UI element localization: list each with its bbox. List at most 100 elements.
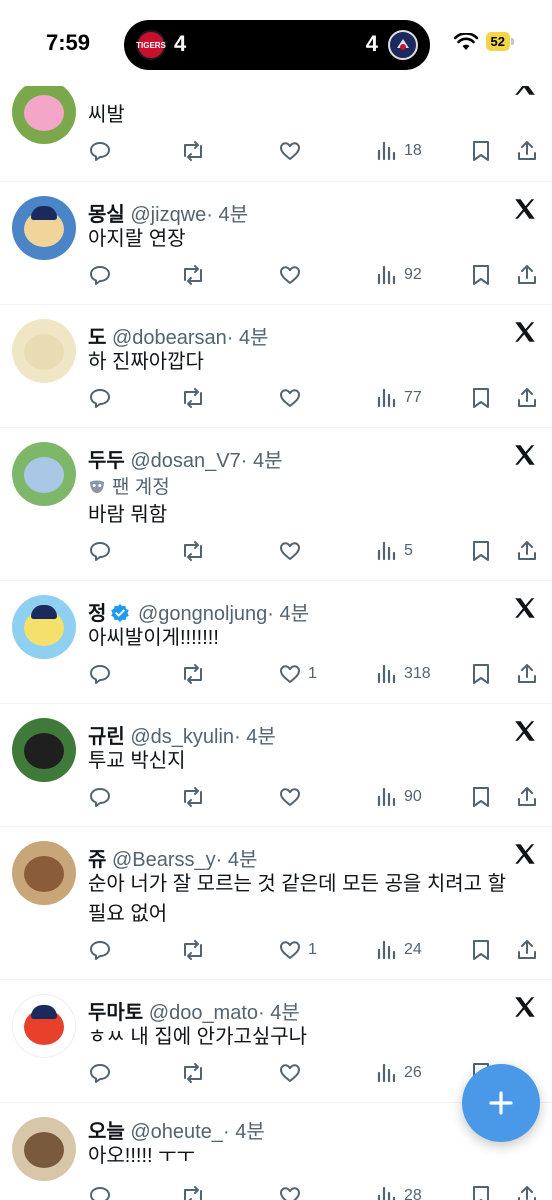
bookmark-button[interactable] (470, 659, 492, 689)
repost-button[interactable] (180, 136, 206, 166)
tweet[interactable]: 쥬 @Bearss_y· 4분 순아 너가 잘 모르는 것 같은데 모든 공을 … (0, 827, 552, 980)
repost-button[interactable] (180, 536, 206, 566)
views-icon (377, 388, 396, 408)
handle[interactable]: @jizqwe (130, 204, 206, 226)
bookmark-button[interactable] (470, 260, 492, 290)
x-logo-icon (515, 322, 535, 342)
handle[interactable]: @gongnoljung (138, 603, 267, 625)
share-button[interactable] (516, 136, 538, 166)
reply-icon (90, 1064, 110, 1083)
repost-button[interactable] (180, 935, 206, 965)
like-button[interactable] (278, 136, 308, 166)
like-button[interactable] (278, 782, 308, 812)
reply-icon (90, 941, 110, 960)
handle[interactable]: @Bearss_y (112, 849, 216, 871)
display-name[interactable]: 쥬 (88, 849, 106, 871)
share-button[interactable] (516, 659, 538, 689)
handle[interactable]: @dobearsan (112, 327, 227, 349)
avatar[interactable] (12, 80, 76, 144)
battery-level: 52 (485, 32, 510, 51)
like-button[interactable] (278, 1181, 308, 1200)
views-button[interactable]: 24 (376, 935, 422, 965)
display-name[interactable]: 정 (88, 603, 106, 625)
reply-button[interactable] (88, 260, 112, 290)
tweet[interactable]: 몽실 @jizqwe· 4분 아지랄 연장 92 (0, 182, 552, 305)
like-button[interactable] (278, 383, 308, 413)
avatar[interactable] (12, 994, 76, 1058)
share-button[interactable] (516, 935, 538, 965)
reply-button[interactable] (88, 136, 112, 166)
handle[interactable]: @ds_kyulin (130, 726, 234, 748)
avatar[interactable] (12, 841, 76, 905)
score-left: 4 (174, 31, 187, 56)
display-name[interactable]: 두두 (88, 450, 125, 472)
tweet[interactable]: 두두 @dosan_V7· 4분 팬 계정 바람 뭐함 5 (0, 428, 552, 581)
timeline-feed[interactable]: 씨발 18 몽실 @jizqwe· 4분 아지랄 연장 92 도 @dobear… (0, 60, 552, 1200)
repost-icon (184, 1063, 202, 1083)
views-icon (377, 940, 396, 960)
views-button[interactable]: 318 (376, 659, 431, 689)
repost-button[interactable] (180, 1181, 206, 1200)
share-button[interactable] (516, 536, 538, 566)
reply-icon (90, 389, 110, 408)
display-name[interactable]: 두마토 (88, 1002, 143, 1024)
repost-button[interactable] (180, 659, 206, 689)
views-button[interactable]: 92 (376, 260, 422, 290)
views-button[interactable]: 5 (376, 536, 413, 566)
bookmark-button[interactable] (470, 935, 492, 965)
bookmark-button[interactable] (470, 383, 492, 413)
repost-button[interactable] (180, 1058, 206, 1088)
tweet[interactable]: 도 @dobearsan· 4분 하 진짜아깝다 77 (0, 305, 552, 428)
tweet[interactable]: 정 @gongnoljung· 4분 아씨발이게!!!!!!! 1 318 (0, 581, 552, 704)
views-button[interactable]: 90 (376, 782, 422, 812)
reply-button[interactable] (88, 383, 112, 413)
handle[interactable]: @doo_mato (149, 1002, 258, 1024)
reply-button[interactable] (88, 1058, 112, 1088)
reply-button[interactable] (88, 1181, 112, 1200)
bookmark-button[interactable] (470, 136, 492, 166)
views-button[interactable]: 77 (376, 383, 422, 413)
like-button[interactable] (278, 536, 308, 566)
view-count: 28 (404, 1187, 422, 1200)
avatar[interactable] (12, 442, 76, 506)
live-activity-score[interactable]: TIGERS 4 4 (124, 20, 430, 70)
like-button[interactable] (278, 260, 308, 290)
share-button[interactable] (516, 260, 538, 290)
avatar[interactable] (12, 196, 76, 260)
bookmark-button[interactable] (470, 536, 492, 566)
display-name[interactable]: 도 (88, 327, 106, 349)
bookmark-button[interactable] (470, 1181, 492, 1200)
repost-button[interactable] (180, 383, 206, 413)
reply-button[interactable] (88, 536, 112, 566)
avatar[interactable] (12, 595, 76, 659)
share-icon (518, 141, 536, 160)
repost-button[interactable] (180, 260, 206, 290)
handle[interactable]: @dosan_V7 (130, 450, 240, 472)
display-name[interactable]: 규린 (88, 726, 125, 748)
views-button[interactable]: 26 (376, 1058, 422, 1088)
compose-button[interactable] (462, 1064, 540, 1142)
bookmark-button[interactable] (470, 782, 492, 812)
status-icons: 52 (453, 32, 514, 51)
views-button[interactable]: 28 (376, 1181, 422, 1200)
like-button[interactable]: 1 (278, 935, 317, 965)
share-button[interactable] (516, 782, 538, 812)
reply-button[interactable] (88, 935, 112, 965)
views-button[interactable]: 18 (376, 136, 422, 166)
display-name[interactable]: 오늘 (88, 1121, 125, 1143)
share-button[interactable] (516, 1181, 538, 1200)
like-button[interactable]: 1 (278, 659, 317, 689)
reply-button[interactable] (88, 782, 112, 812)
repost-button[interactable] (180, 782, 206, 812)
avatar[interactable] (12, 319, 76, 383)
avatar[interactable] (12, 718, 76, 782)
like-button[interactable] (278, 1058, 308, 1088)
reply-button[interactable] (88, 659, 112, 689)
handle[interactable]: @oheute_ (130, 1121, 223, 1143)
avatar[interactable] (12, 1117, 76, 1181)
share-button[interactable] (516, 383, 538, 413)
tweet[interactable]: 규린 @ds_kyulin· 4분 투교 박신지 90 (0, 704, 552, 827)
heart-icon (280, 665, 300, 683)
display-name[interactable]: 몽실 (88, 204, 125, 226)
view-count: 26 (404, 1064, 422, 1081)
